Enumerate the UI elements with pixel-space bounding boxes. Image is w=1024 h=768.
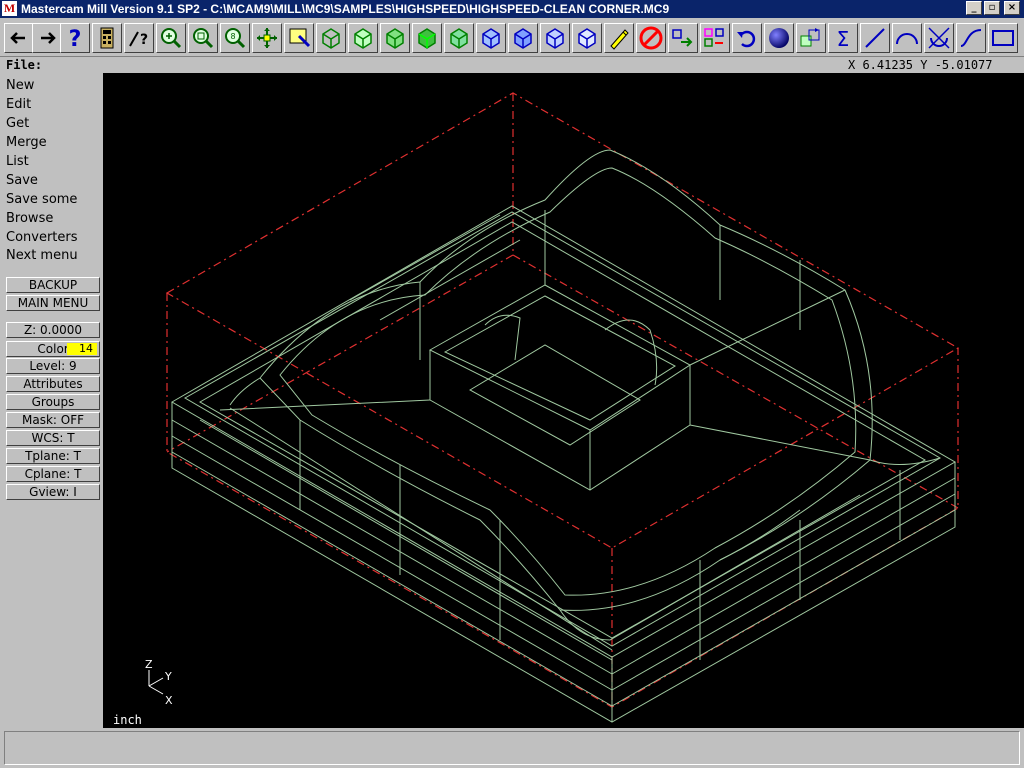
copy-multi-icon[interactable]: [700, 23, 730, 53]
view-cube-blue-3-icon[interactable]: [540, 23, 570, 53]
wcs-field[interactable]: WCS: T: [6, 430, 100, 446]
view-iso-icon[interactable]: [444, 23, 474, 53]
title-bar: M Mastercam Mill Version 9.1 SP2 - C:\MC…: [0, 0, 1024, 18]
status-line: File: X 6.41235 Y -5.01077: [0, 57, 1024, 73]
main-menu-button[interactable]: MAIN MENU: [6, 295, 100, 311]
sigma-icon[interactable]: Σ: [828, 23, 858, 53]
zoom-fit-icon[interactable]: [188, 23, 218, 53]
level-value: Level: 9: [29, 359, 77, 373]
mask-value: Mask: OFF: [21, 413, 84, 427]
prompt-area[interactable]: [4, 731, 1020, 765]
line-icon[interactable]: [860, 23, 890, 53]
menu-edit[interactable]: Edit: [6, 97, 31, 112]
menu-browse[interactable]: Browse: [6, 211, 53, 226]
svg-text:8: 8: [230, 32, 235, 41]
axis-triad: Z Y X: [145, 658, 173, 707]
z-depth-field[interactable]: Z: 0.0000: [6, 322, 100, 338]
pan-icon[interactable]: [252, 23, 282, 53]
groups-label: Groups: [31, 395, 75, 409]
translate-icon[interactable]: [668, 23, 698, 53]
svg-text:?: ?: [69, 27, 82, 52]
window-title: Mastercam Mill Version 9.1 SP2 - C:\MCAM…: [21, 2, 670, 16]
grid-transform-icon[interactable]: [796, 23, 826, 53]
svg-text:?: ?: [140, 32, 148, 48]
arc-icon[interactable]: [892, 23, 922, 53]
menu-merge[interactable]: Merge: [6, 135, 47, 150]
restore-button[interactable]: ▫: [984, 1, 1000, 15]
menu-save[interactable]: Save: [6, 173, 38, 188]
svg-text:Σ: Σ: [837, 27, 850, 51]
spline-icon[interactable]: [956, 23, 986, 53]
view-top-icon[interactable]: [348, 23, 378, 53]
color-field[interactable]: Color: 14: [6, 341, 100, 357]
color-value: 14: [67, 343, 97, 355]
units-label: inch: [113, 713, 142, 727]
fillet-icon[interactable]: [924, 23, 954, 53]
shaded-sphere-icon[interactable]: [764, 23, 794, 53]
axis-z-label: Z: [145, 658, 153, 671]
close-button[interactable]: ×: [1004, 1, 1020, 15]
axis-y-label: Y: [164, 670, 172, 683]
back-arrow-icon[interactable]: [4, 23, 34, 53]
view-cube-outline-icon[interactable]: [316, 23, 346, 53]
menu-save-some[interactable]: Save some: [6, 192, 77, 207]
axis-x-label: X: [165, 694, 173, 707]
menu-new[interactable]: New: [6, 78, 34, 93]
attributes-button[interactable]: Attributes: [6, 376, 100, 392]
z-depth-value: Z: 0.0000: [23, 323, 83, 337]
cplane-value: Cplane: T: [24, 467, 82, 481]
screen-select-icon[interactable]: [284, 23, 314, 53]
view-cube-blue-4-icon[interactable]: [572, 23, 602, 53]
minimize-button[interactable]: _: [966, 1, 982, 15]
groups-button[interactable]: Groups: [6, 394, 100, 410]
menu-next-menu[interactable]: Next menu: [6, 248, 78, 263]
mastercam-app-icon[interactable]: M: [2, 1, 17, 16]
menu-list[interactable]: List: [6, 154, 29, 169]
attributes-label: Attributes: [23, 377, 83, 391]
wcs-value: WCS: T: [31, 431, 75, 445]
level-field[interactable]: Level: 9: [6, 358, 100, 374]
analyze-icon[interactable]: ?: [124, 23, 154, 53]
view-cube-blue-2-icon[interactable]: [508, 23, 538, 53]
undo-icon[interactable]: [732, 23, 762, 53]
zoom-percent-icon[interactable]: 8: [220, 23, 250, 53]
tplane-field[interactable]: Tplane: T: [6, 448, 100, 464]
cursor-coordinates: X 6.41235 Y -5.01077: [848, 58, 993, 72]
view-cube-blue-icon[interactable]: [476, 23, 506, 53]
graphics-viewport[interactable]: Z Y X inch: [103, 73, 1024, 728]
toolbar: ? ? 8 Σ: [0, 20, 1024, 57]
zoom-window-icon[interactable]: [156, 23, 186, 53]
menu-get[interactable]: Get: [6, 116, 29, 131]
tplane-value: Tplane: T: [25, 449, 81, 463]
calculator-icon[interactable]: [92, 23, 122, 53]
gview-field[interactable]: Gview: I: [6, 484, 100, 500]
gview-value: Gview: I: [29, 485, 77, 499]
side-menu: New Edit Get Merge List Save Save some B…: [0, 73, 103, 728]
view-side-icon[interactable]: [412, 23, 442, 53]
window-controls: _ ▫ ×: [966, 1, 1020, 15]
prompt-bar: [0, 728, 1024, 768]
forward-arrow-icon[interactable]: [32, 23, 62, 53]
eraser-icon[interactable]: [604, 23, 634, 53]
mask-field[interactable]: Mask: OFF: [6, 412, 100, 428]
menu-converters[interactable]: Converters: [6, 230, 78, 245]
file-label: File:: [6, 58, 43, 72]
help-icon[interactable]: ?: [60, 23, 90, 53]
rectangle-icon[interactable]: [988, 23, 1018, 53]
backup-button[interactable]: BACKUP: [6, 277, 100, 293]
cplane-field[interactable]: Cplane: T: [6, 466, 100, 482]
view-front-icon[interactable]: [380, 23, 410, 53]
wireframe-model: [165, 92, 960, 723]
delete-no-icon[interactable]: [636, 23, 666, 53]
part-wireframe: [171, 149, 957, 723]
